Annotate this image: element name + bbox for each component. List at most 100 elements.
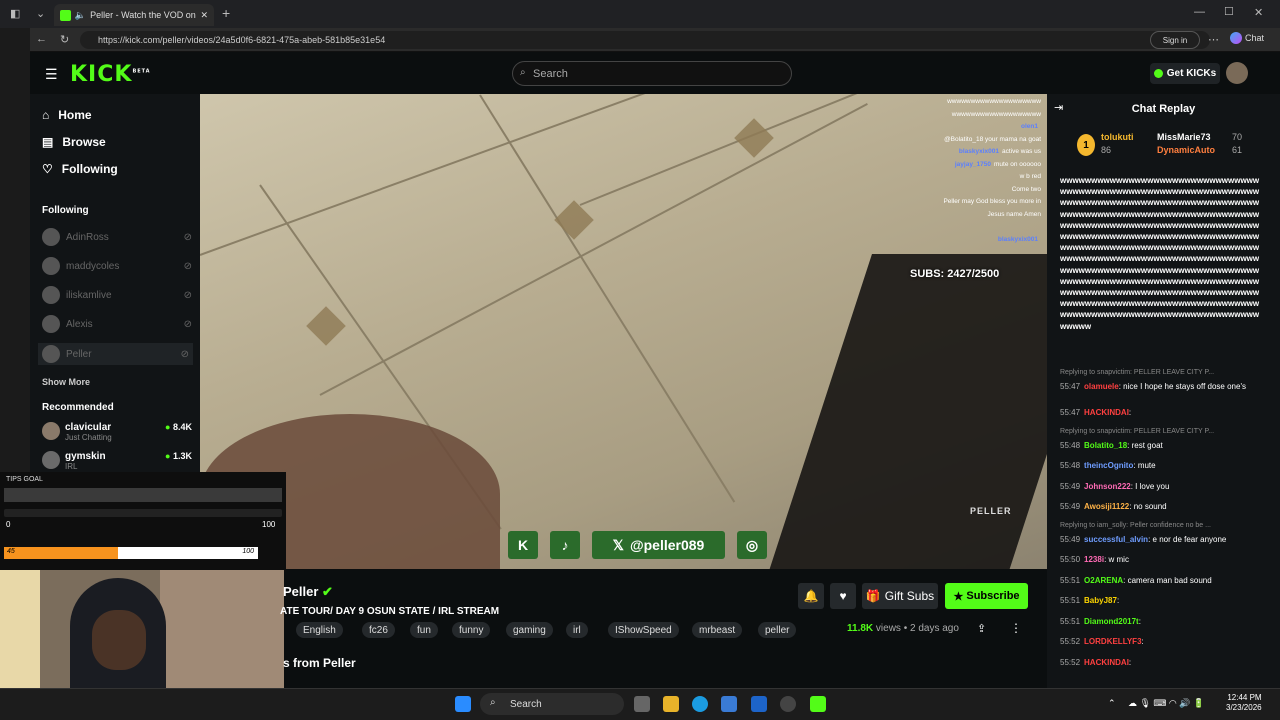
chat-username[interactable]: Awosiji1122: [1084, 502, 1129, 511]
hamburger-menu-icon[interactable]: ☰: [45, 66, 58, 83]
task-view-icon[interactable]: [634, 696, 650, 712]
nav-browse[interactable]: ▤ Browse: [42, 135, 106, 149]
xbox-icon[interactable]: [780, 696, 796, 712]
tab-list-chevron-icon[interactable]: ⌄: [36, 7, 45, 20]
chat-username[interactable]: Bolatito_18: [1084, 441, 1127, 450]
tag-chip[interactable]: irl: [566, 622, 588, 638]
more-options-vertical-icon[interactable]: ⋮: [1010, 621, 1022, 635]
tray-chevron-icon[interactable]: ⌃: [1108, 698, 1116, 709]
gifter-count: 61: [1232, 145, 1243, 155]
video-age: 2 days ago: [910, 623, 959, 634]
tips-progress-left: 45: [7, 548, 15, 555]
webcam-background: [0, 570, 40, 688]
chat-username[interactable]: LORDKELLYF3: [1084, 637, 1142, 646]
chat-message[interactable]: 55:51 Diamond2017t:: [1060, 616, 1260, 627]
rec-name: gymskin: [65, 451, 106, 462]
following-item-active[interactable]: Peller ⊘: [38, 343, 193, 365]
channel-avatar: [42, 345, 60, 363]
kick-app-icon[interactable]: [810, 696, 826, 712]
subscribe-button[interactable]: ★ Subscribe: [945, 583, 1028, 609]
channel-name[interactable]: Peller ✔: [283, 584, 333, 600]
chat-timestamp: 55:49: [1060, 502, 1081, 511]
overlay-chat-line: Peller may God bless you more in: [820, 196, 1045, 209]
tag-chip[interactable]: fun: [410, 622, 438, 638]
chat-username[interactable]: HACKINDAI: [1084, 408, 1129, 417]
chat-username[interactable]: Johnson222: [1084, 482, 1131, 491]
following-item[interactable]: iliskamlive ⊘: [42, 286, 192, 304]
following-item[interactable]: Alexis ⊘: [42, 315, 192, 333]
follow-heart-icon[interactable]: ♥: [830, 583, 856, 609]
copilot-chat-button[interactable]: Chat: [1230, 32, 1264, 44]
chat-username[interactable]: successful_alvin: [1084, 535, 1148, 544]
tab-close-icon[interactable]: ✕: [200, 10, 208, 21]
edge-browser-icon[interactable]: [692, 696, 708, 712]
tag-chip[interactable]: gaming: [506, 622, 553, 638]
nav-following[interactable]: ♡ Following: [42, 162, 118, 176]
get-kicks-label: Get KICKs: [1166, 68, 1217, 79]
chat-username[interactable]: BabyJ87: [1084, 596, 1117, 605]
chat-message[interactable]: 55:48 Bolatito_18: rest goat: [1060, 440, 1260, 451]
taskbar-search[interactable]: ⌕ Search: [480, 693, 624, 715]
chat-message[interactable]: 55:49 Johnson222: I love you: [1060, 481, 1260, 492]
chat-message[interactable]: 55:47 olamuele: nice I hope he stays off …: [1060, 381, 1260, 392]
chat-message[interactable]: 55:47 HACKINDAI:: [1060, 407, 1260, 418]
chat-message[interactable]: 55:48 theincOgnito: mute: [1060, 460, 1260, 471]
gift-subs-button[interactable]: 🎁 Gift Subs: [862, 583, 938, 609]
chat-username[interactable]: HACKINDAI: [1084, 658, 1129, 667]
get-kicks-button[interactable]: Get KICKs: [1150, 63, 1220, 84]
viewer-count: ● 1.3K: [165, 451, 192, 471]
overlay-chat-text: @Bolatito_18 your mama na goat: [944, 135, 1041, 143]
maximize-icon[interactable]: ☐: [1224, 5, 1234, 18]
tag-chip[interactable]: peller: [758, 622, 797, 638]
tag-chip[interactable]: mrbeast: [692, 622, 743, 638]
tray-icons[interactable]: ☁ 🎙 ⌨ ◠ 🔊 🔋: [1128, 698, 1204, 709]
chat-message[interactable]: 55:50 1238i: w mic: [1060, 554, 1260, 565]
back-arrow-icon[interactable]: ←: [36, 33, 47, 45]
store-icon[interactable]: [721, 696, 737, 712]
url-text: https://kick.com/peller/videos/24a5d0f6-…: [98, 35, 386, 45]
overlay-chat-text: Peller may God bless you more in: [943, 198, 1041, 205]
chat-username[interactable]: 1238i: [1084, 555, 1104, 564]
search-input[interactable]: ⌕ Search: [512, 61, 792, 86]
more-options-icon[interactable]: ⋯: [1208, 33, 1219, 46]
file-explorer-icon[interactable]: [663, 696, 679, 712]
chat-message[interactable]: 55:49 successful_alvin: e nor de fear any…: [1060, 534, 1260, 545]
chat-message[interactable]: 55:52 LORDKELLYF3:: [1060, 636, 1260, 647]
share-icon[interactable]: ⇪: [977, 622, 986, 635]
notification-bell-icon[interactable]: 🔔: [798, 583, 824, 609]
kick-logo[interactable]: KICKBETA: [70, 62, 151, 87]
tag-chip[interactable]: English: [296, 622, 343, 638]
windows-start-icon[interactable]: [455, 696, 471, 712]
chat-username[interactable]: Diamond2017t: [1084, 617, 1139, 626]
minimize-icon[interactable]: —: [1194, 6, 1205, 18]
new-tab-plus-icon[interactable]: +: [222, 5, 230, 21]
user-avatar[interactable]: [1226, 62, 1248, 84]
nav-home[interactable]: ⌂ Home: [42, 108, 92, 122]
window-close-icon[interactable]: ✕: [1254, 6, 1263, 19]
chat-message[interactable]: 55:51 O2ARENA: camera man bad sound: [1060, 575, 1260, 586]
following-name: AdinRoss: [66, 231, 109, 243]
tag-chip[interactable]: fc26: [362, 622, 395, 638]
taskbar-clock[interactable]: 12:44 PM 3/23/2026: [1226, 693, 1262, 713]
show-more-link[interactable]: Show More: [42, 377, 90, 387]
recommended-item[interactable]: clavicular Just Chatting ● 8.4K: [42, 422, 192, 442]
reload-icon[interactable]: ↻: [60, 33, 69, 46]
signin-button[interactable]: Sign in: [1150, 31, 1200, 49]
following-item[interactable]: maddycoles ⊘: [42, 257, 192, 275]
following-item[interactable]: AdinRoss ⊘: [42, 228, 192, 246]
chat-message[interactable]: 55:52 HACKINDAI:: [1060, 657, 1260, 668]
browser-tab-active[interactable]: 🔈 Peller - Watch the VOD on Ki ✕: [54, 4, 214, 26]
recommended-item[interactable]: gymskin IRL ● 1.3K: [42, 451, 192, 471]
speaker-icon[interactable]: 🔈: [75, 10, 86, 21]
browser-menu-icon[interactable]: ◧: [10, 7, 20, 20]
outlook-icon[interactable]: [751, 696, 767, 712]
chat-message[interactable]: 55:51 BabyJ87:: [1060, 595, 1260, 606]
tag-chip[interactable]: funny: [452, 622, 491, 638]
tag-chip[interactable]: IShowSpeed: [608, 622, 679, 638]
webcam-face: [92, 610, 146, 670]
chat-message[interactable]: 55:49 Awosiji1122: no sound: [1060, 501, 1260, 512]
chat-username[interactable]: O2ARENA: [1084, 576, 1123, 585]
chat-username[interactable]: olamuele: [1084, 382, 1119, 391]
url-field[interactable]: https://kick.com/peller/videos/24a5d0f6-…: [80, 31, 1210, 49]
chat-username[interactable]: theincOgnito: [1084, 461, 1133, 470]
